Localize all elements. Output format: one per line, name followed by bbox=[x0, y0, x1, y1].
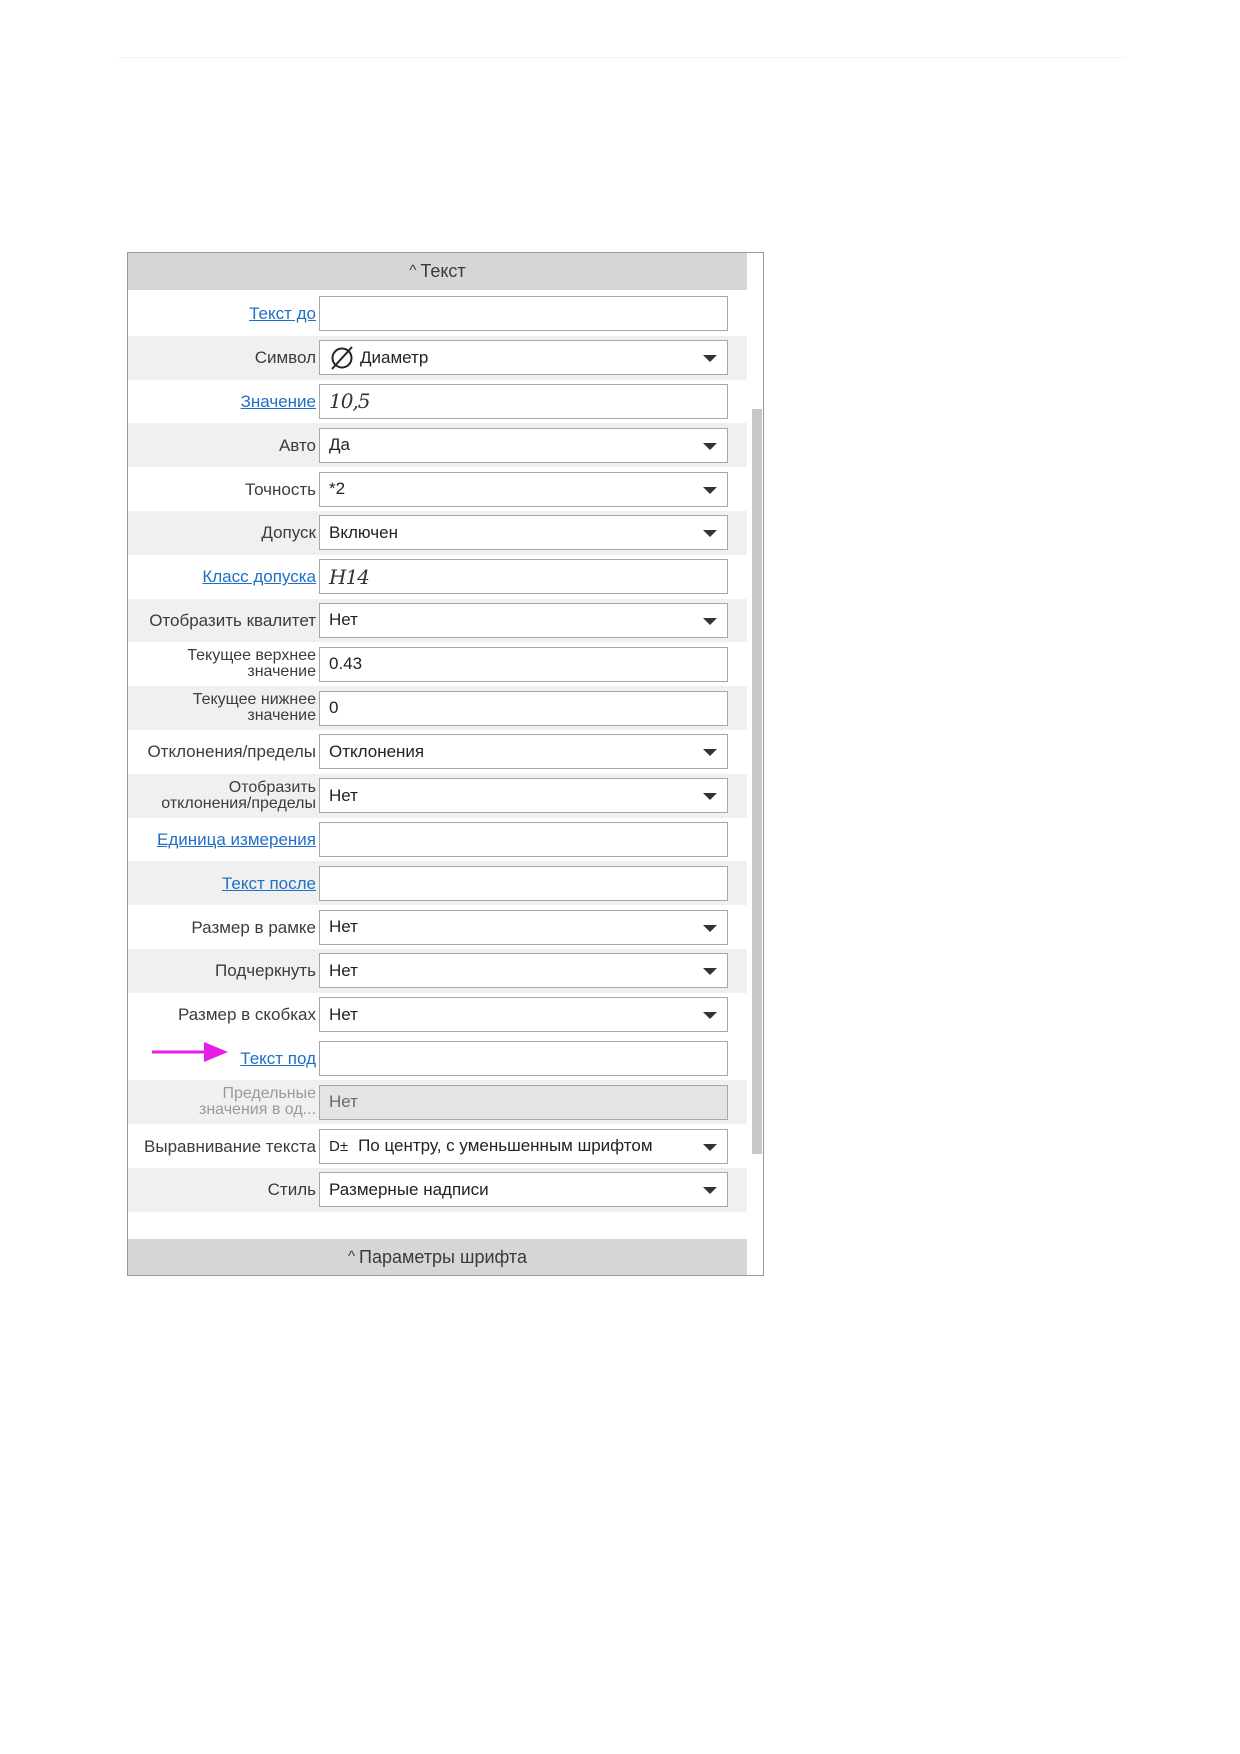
text-before-input[interactable] bbox=[319, 296, 728, 332]
dropdown-arrow-icon bbox=[703, 1143, 717, 1151]
tolerance-dropdown[interactable]: Включен bbox=[319, 515, 728, 551]
row-show-quality: Отобразить квалитет Нет bbox=[128, 598, 747, 643]
text-under-input[interactable] bbox=[319, 1040, 728, 1076]
unit-input[interactable] bbox=[319, 821, 728, 857]
chevron-up-icon: ^ bbox=[409, 262, 417, 279]
label-symbol: Символ bbox=[254, 348, 316, 368]
page-top-rule bbox=[118, 57, 1125, 58]
underline-dropdown[interactable]: Нет bbox=[319, 953, 728, 989]
symbol-value: Диаметр bbox=[360, 347, 429, 367]
section-header-font[interactable]: ^ Параметры шрифта bbox=[128, 1239, 747, 1275]
dropdown-arrow-icon bbox=[703, 486, 717, 494]
row-tolerance: Допуск Включен bbox=[128, 510, 747, 555]
label-lower-value: Текущее нижнее значение bbox=[192, 691, 316, 725]
upper-value-input[interactable]: 0.43 bbox=[319, 646, 728, 682]
row-brackets: Размер в скобках Нет bbox=[128, 993, 747, 1037]
label-frame: Размер в рамке bbox=[191, 917, 316, 937]
label-text-after[interactable]: Текст после bbox=[128, 875, 319, 892]
chevron-up-icon: ^ bbox=[348, 1248, 356, 1265]
label-show-quality: Отобразить квалитет bbox=[149, 610, 316, 630]
label-underline: Подчеркнуть bbox=[215, 961, 316, 981]
section-header-text[interactable]: ^ Текст bbox=[128, 253, 747, 290]
brackets-dropdown[interactable]: Нет bbox=[319, 997, 728, 1033]
row-tolerance-class: Класс допуска H14 bbox=[128, 555, 747, 599]
annotation-arrow-icon bbox=[152, 1042, 228, 1062]
label-limit-values: Предельные значения в од... bbox=[199, 1085, 316, 1119]
label-unit[interactable]: Единица измерения bbox=[128, 831, 319, 848]
limit-values-field: Нет bbox=[319, 1084, 728, 1120]
label-text-before[interactable]: Текст до bbox=[128, 305, 319, 322]
label-auto: Авто bbox=[278, 435, 316, 455]
tolerance-class-input[interactable]: H14 bbox=[319, 559, 728, 595]
row-auto: Авто Да bbox=[128, 423, 747, 468]
row-upper-value: Текущее верхнее значение 0.43 bbox=[128, 642, 747, 686]
dropdown-arrow-icon bbox=[703, 617, 717, 625]
lower-value-input[interactable]: 0 bbox=[319, 690, 728, 726]
row-text-before: Текст до bbox=[128, 292, 747, 336]
text-alignment-dropdown[interactable]: D± По центру, с уменьшенным шрифтом bbox=[319, 1128, 728, 1164]
label-upper-value: Текущее верхнее значение bbox=[187, 647, 316, 681]
text-after-input[interactable] bbox=[319, 865, 728, 901]
property-rows: Текст до Символ Диаметр Значение 10,5 Ав… bbox=[128, 292, 747, 1212]
scrollbar-thumb[interactable] bbox=[752, 409, 762, 1154]
dropdown-arrow-icon bbox=[703, 1187, 717, 1195]
row-frame: Размер в рамке Нет bbox=[128, 905, 747, 949]
alignment-icon: D± bbox=[329, 1137, 349, 1155]
section-header-title: Текст bbox=[420, 261, 466, 281]
dropdown-arrow-icon bbox=[703, 530, 717, 538]
row-lower-value: Текущее нижнее значение 0 bbox=[128, 686, 747, 730]
dropdown-arrow-icon bbox=[703, 924, 717, 932]
dropdown-arrow-icon bbox=[703, 749, 717, 757]
dropdown-arrow-icon bbox=[703, 355, 717, 363]
row-text-after: Текст после bbox=[128, 861, 747, 906]
frame-dropdown[interactable]: Нет bbox=[319, 909, 728, 945]
row-value: Значение 10,5 bbox=[128, 380, 747, 424]
show-deviations-dropdown[interactable]: Нет bbox=[319, 778, 728, 814]
section-header-font-title: Параметры шрифта bbox=[359, 1247, 527, 1267]
dropdown-arrow-icon bbox=[703, 968, 717, 976]
row-unit: Единица измерения bbox=[128, 818, 747, 862]
row-underline: Подчеркнуть Нет bbox=[128, 948, 747, 993]
label-deviations: Отклонения/пределы bbox=[147, 742, 316, 762]
style-dropdown[interactable]: Размерные надписи bbox=[319, 1172, 728, 1208]
label-value[interactable]: Значение bbox=[128, 393, 319, 410]
row-precision: Точность *2 bbox=[128, 467, 747, 511]
dropdown-arrow-icon bbox=[703, 1012, 717, 1020]
row-text-alignment: Выравнивание текста D± По центру, с умен… bbox=[128, 1124, 747, 1168]
label-tolerance-class[interactable]: Класс допуска bbox=[128, 568, 319, 585]
row-style: Стиль Размерные надписи bbox=[128, 1167, 747, 1212]
row-symbol: Символ Диаметр bbox=[128, 335, 747, 380]
properties-panel: ^ Текст Текст до Символ Диаметр Значение… bbox=[127, 252, 764, 1276]
diameter-icon bbox=[331, 346, 353, 370]
label-tolerance: Допуск bbox=[261, 523, 316, 543]
row-deviations: Отклонения/пределы Отклонения bbox=[128, 730, 747, 774]
label-show-deviations: Отобразить отклонения/пределы bbox=[161, 778, 316, 812]
dropdown-arrow-icon bbox=[703, 442, 717, 450]
label-precision: Точность bbox=[245, 479, 316, 499]
precision-dropdown[interactable]: *2 bbox=[319, 471, 728, 507]
value-input[interactable]: 10,5 bbox=[319, 383, 728, 419]
deviations-dropdown[interactable]: Отклонения bbox=[319, 734, 728, 770]
row-limit-values: Предельные значения в од... Нет bbox=[128, 1080, 747, 1125]
label-style: Стиль bbox=[267, 1180, 316, 1200]
show-quality-dropdown[interactable]: Нет bbox=[319, 602, 728, 638]
vertical-scrollbar[interactable] bbox=[749, 291, 763, 1239]
dropdown-arrow-icon bbox=[703, 793, 717, 801]
label-text-alignment: Выравнивание текста bbox=[144, 1136, 316, 1156]
label-brackets: Размер в скобках bbox=[178, 1005, 316, 1025]
auto-dropdown[interactable]: Да bbox=[319, 427, 728, 463]
symbol-dropdown[interactable]: Диаметр bbox=[319, 340, 728, 376]
row-show-deviations: Отобразить отклонения/пределы Нет bbox=[128, 773, 747, 818]
